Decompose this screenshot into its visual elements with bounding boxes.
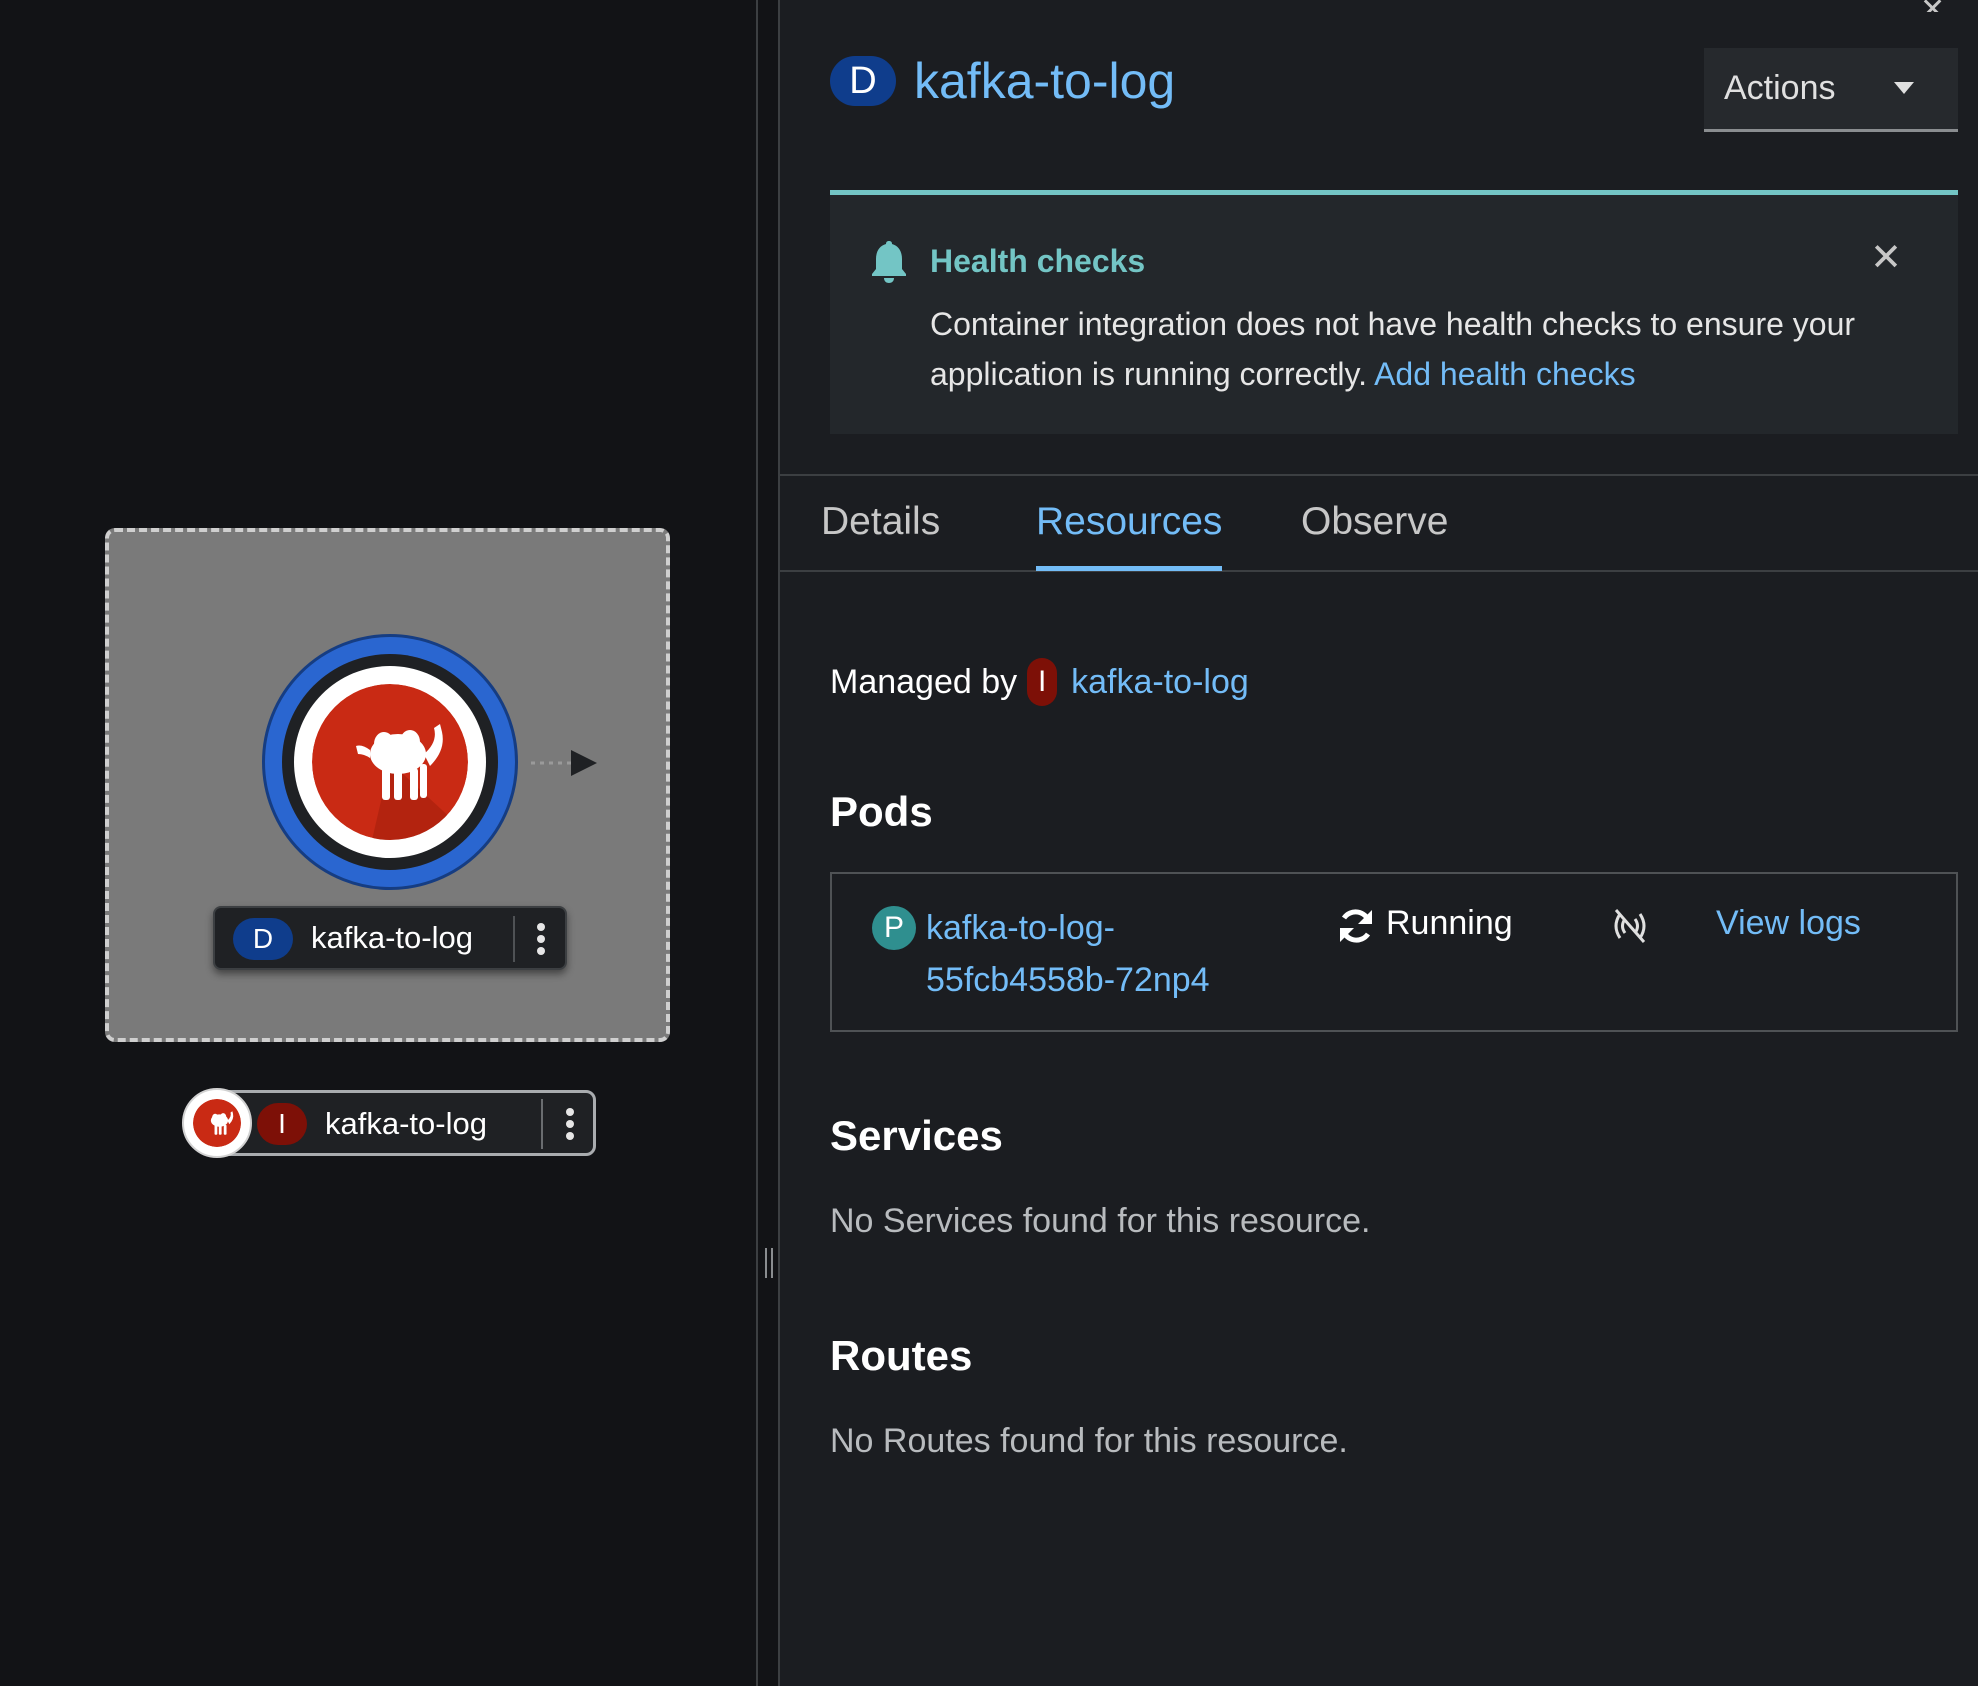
actions-label: Actions [1724, 69, 1836, 107]
topology-canvas[interactable]: D kafka-to-log I kafka-to-log [0, 0, 756, 1686]
sync-icon [1336, 906, 1376, 946]
managed-by: Managed by I kafka-to-log [830, 658, 1249, 706]
close-panel-icon[interactable]: ✕ [1920, 0, 1960, 12]
panel-title: D kafka-to-log [830, 52, 1175, 110]
view-logs-link[interactable]: View logs [1716, 904, 1861, 943]
integration-node-label[interactable]: I kafka-to-log [210, 1090, 596, 1156]
health-checks-alert: Health checks ✕ Container integration do… [830, 190, 1958, 434]
deployment-node-kebab-icon[interactable] [519, 916, 563, 962]
alert-title: Health checks [930, 243, 1146, 279]
pod-row: P kafka-to-log-55fcb4558b-72np4 Running … [830, 872, 1958, 1032]
managed-by-label: Managed by [830, 662, 1018, 701]
alert-message: Container integration does not have heal… [930, 299, 1920, 399]
camel-icon [312, 684, 468, 840]
deployment-badge: D [233, 918, 293, 960]
add-health-checks-link[interactable]: Add health checks [1374, 356, 1636, 392]
application-group[interactable]: D kafka-to-log [105, 528, 670, 1042]
tab-details[interactable]: Details [821, 500, 940, 544]
actions-dropdown[interactable]: Actions [1704, 48, 1958, 132]
integration-node-name: kafka-to-log [325, 1106, 487, 1141]
caret-down-icon [1894, 82, 1914, 94]
label-divider [513, 916, 515, 962]
deployment-node-label[interactable]: D kafka-to-log [213, 906, 567, 970]
panel-splitter[interactable] [756, 0, 780, 1686]
bell-icon [870, 239, 908, 283]
routes-heading: Routes [830, 1332, 973, 1379]
tab-resources[interactable]: Resources [1036, 500, 1222, 544]
deployment-node-name: kafka-to-log [311, 920, 473, 955]
pod-name-link[interactable]: kafka-to-log-55fcb4558b-72np4 [926, 902, 1266, 1006]
side-panel: ✕ D kafka-to-log Actions Health checks ✕… [780, 0, 1978, 1686]
integration-node-kebab-icon[interactable] [547, 1099, 593, 1149]
resource-title[interactable]: kafka-to-log [914, 52, 1175, 110]
pods-heading: Pods [830, 788, 933, 835]
network-off-icon [1610, 906, 1650, 946]
close-alert-icon[interactable]: ✕ [1866, 237, 1906, 279]
integration-camel-icon[interactable] [182, 1088, 252, 1158]
integration-badge: I [257, 1103, 307, 1145]
integration-node[interactable]: I kafka-to-log [182, 1088, 596, 1158]
resource-badge: D [830, 56, 896, 106]
services-heading: Services [830, 1112, 1003, 1159]
managed-by-link[interactable]: kafka-to-log [1071, 663, 1249, 702]
tab-observe[interactable]: Observe [1301, 500, 1448, 544]
pod-status: Running [1386, 904, 1513, 942]
active-tab-indicator [1036, 566, 1222, 571]
services-empty-text: No Services found for this resource. [830, 1202, 1371, 1240]
routes-empty-text: No Routes found for this resource. [830, 1422, 1348, 1460]
integration-badge: I [1027, 658, 1058, 706]
connector-arrow-icon[interactable] [531, 746, 611, 780]
resize-grip-icon[interactable] [765, 1248, 773, 1278]
pod-badge: P [872, 906, 916, 950]
label-divider [541, 1099, 543, 1149]
panel-tabs: Details Resources Observe [780, 474, 1978, 572]
